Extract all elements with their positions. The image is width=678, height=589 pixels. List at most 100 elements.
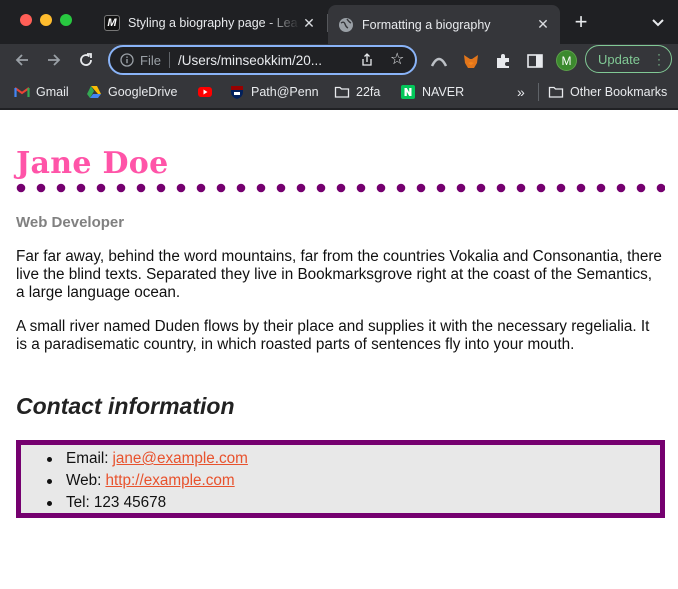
arrow-left-icon [15,54,28,66]
divider-dot [596,183,606,193]
tab-strip: M Styling a biography page - Lea ✕ Forma… [0,0,678,44]
omnibox-divider [168,52,170,68]
bio-paragraph: Far far away, behind the word mountains,… [16,248,662,301]
divider-dot [56,183,66,193]
bookmark-label: 22fa [356,85,381,99]
google-drive-icon [87,86,101,98]
address-bar[interactable]: File /Users/minseokkim/20... ☆ [108,45,417,75]
share-icon[interactable] [360,53,374,67]
contact-item-tel: Tel: 123 45678 [47,492,248,514]
tab-formatting-biography[interactable]: Formatting a biography ✕ [328,5,560,44]
more-menu-icon[interactable]: · · · [657,48,661,70]
divider-dot [316,183,326,193]
update-label: Update [598,51,640,67]
url-text[interactable]: /Users/minseokkim/20... [178,53,348,68]
divider-dot [156,183,166,193]
tab-styling-biography[interactable]: M Styling a biography page - Lea ✕ [96,6,326,40]
bookmark-path-at-penn[interactable]: Path@Penn [229,83,319,101]
bookmark-googledrive[interactable]: GoogleDrive [86,83,177,101]
divider-dot [536,183,546,193]
divider-dot [476,183,486,193]
bookmark-naver[interactable]: NAVER [400,83,464,101]
forward-button[interactable] [42,48,66,72]
window-minimize-button[interactable] [40,14,52,26]
divider-dot [176,183,186,193]
divider-dot [196,183,206,193]
divider-dot [656,183,665,193]
bio-paragraph: A small river named Duden flows by their… [16,318,650,353]
extensions-puzzle-icon[interactable] [494,52,512,70]
reload-icon [80,53,92,66]
url-scheme-label: File [140,52,161,68]
divider-dot [136,183,146,193]
close-icon[interactable]: ✕ [300,14,318,32]
penn-shield-icon [231,86,243,99]
dotted-divider [16,183,665,193]
folder-icon [334,86,350,98]
tab-search-chevron-icon[interactable] [648,12,668,32]
divider-dot [276,183,286,193]
contact-item-web: Web: http://example.com [47,470,248,492]
contact-label: Tel: [66,494,90,511]
page-content: Jane Doe Web Developer Far far away, beh… [0,110,678,589]
youtube-icon [198,87,212,97]
back-button[interactable] [10,48,34,72]
divider-dot [256,183,266,193]
bookmark-folder-22fa[interactable]: 22fa [334,83,380,101]
bookmark-gmail[interactable]: Gmail [14,83,69,101]
bookmark-label: Other Bookmarks [570,85,668,99]
metamask-fox-icon[interactable] [462,52,480,70]
bullet [47,479,52,484]
contact-heading: Contact information [16,393,235,419]
reload-button[interactable] [74,48,98,72]
other-bookmarks-folder[interactable]: Other Bookmarks [548,83,667,101]
divider-dot [216,183,226,193]
close-icon[interactable]: ✕ [534,16,552,34]
new-tab-button[interactable]: + [570,11,592,34]
divider-dot [356,183,366,193]
extension-arc-icon[interactable] [430,52,448,70]
window-close-button[interactable] [20,14,32,26]
divider-dot [416,183,426,193]
divider-dot [396,183,406,193]
bullet [47,457,52,462]
side-panel-icon[interactable] [526,52,544,70]
mdn-favicon-icon: M [104,15,120,31]
browser-toolbar: File /Users/minseokkim/20... ☆ M Update … [0,44,678,76]
bookmark-star-icon[interactable]: ☆ [390,52,404,68]
divider-dot [556,183,566,193]
divider-dot [636,183,646,193]
page-title: Jane Doe [16,146,169,181]
email-link[interactable]: jane@example.com [113,450,248,468]
web-link[interactable]: http://example.com [105,472,234,490]
divider-dot [516,183,526,193]
divider-dot [296,183,306,193]
divider-dot [76,183,86,193]
contact-label: Email: [66,450,109,467]
divider-dot [376,183,386,193]
info-icon[interactable] [120,53,134,67]
divider-dot [496,183,506,193]
contact-item-email: Email: jane@example.com [47,448,248,470]
divider-dot [96,183,106,193]
bookmark-label: Path@Penn [251,85,319,99]
tab-title: Styling a biography page - Lea [128,16,298,30]
phone-number: 123 45678 [93,494,167,511]
naver-icon [401,85,415,99]
bookmark-label: Gmail [36,85,69,99]
window-zoom-button[interactable] [60,14,72,26]
arrow-right-icon [48,54,61,66]
bookmarks-overflow-button[interactable]: » [517,83,525,101]
bookmark-youtube[interactable] [197,83,219,101]
divider-dot [336,183,346,193]
profile-avatar[interactable]: M [556,50,577,71]
divider-dot [456,183,466,193]
update-button[interactable]: Update · · · [585,45,672,73]
bookmarks-bar: Gmail GoogleDrive Path@Penn 22fa NAVER »… [0,76,678,108]
contact-list: Email: jane@example.com Web: http://exam… [47,448,248,514]
divider-dot [236,183,246,193]
divider-dot [36,183,46,193]
divider-dot [436,183,446,193]
divider-dot [116,183,126,193]
page-subtitle: Web Developer [16,214,125,231]
